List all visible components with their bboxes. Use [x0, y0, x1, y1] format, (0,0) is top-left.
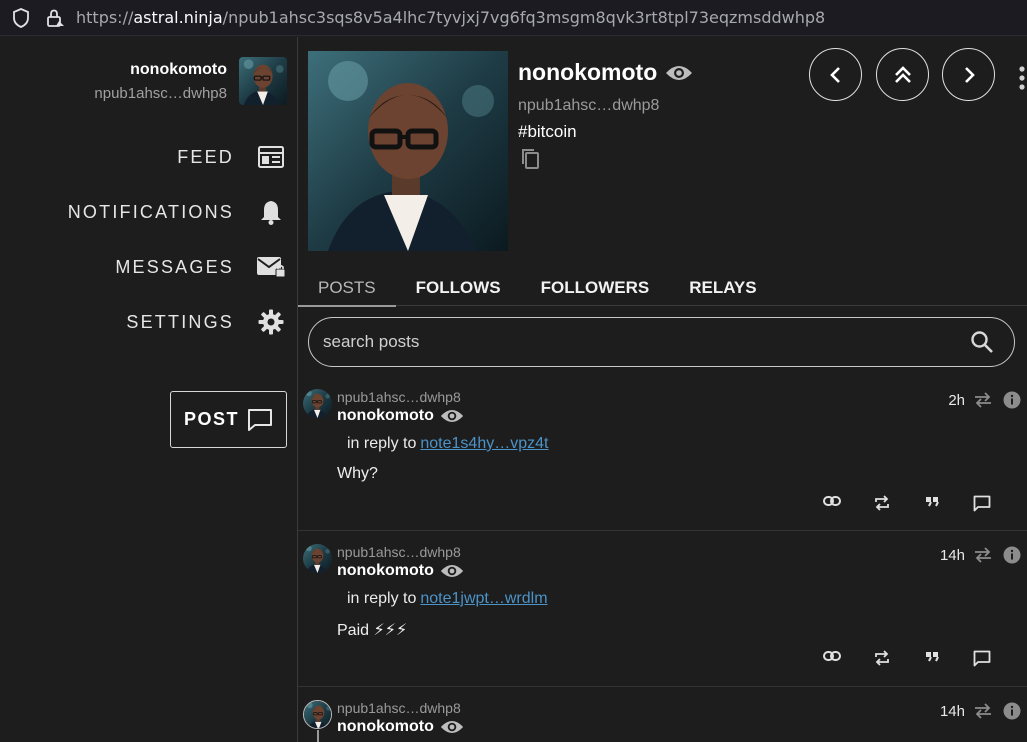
- sidebar-item-notifications[interactable]: NOTIFICATIONS: [68, 198, 286, 226]
- sidebar-item-messages[interactable]: MESSAGES: [115, 253, 286, 281]
- post-content: Paid ⚡⚡⚡: [337, 622, 408, 639]
- info-icon[interactable]: [1003, 546, 1021, 564]
- relay-repeat-icon[interactable]: [973, 547, 993, 563]
- post-content: Why?: [337, 465, 378, 482]
- link-icon[interactable]: [807, 495, 857, 512]
- gear-icon: [256, 308, 286, 336]
- post-item[interactable]: npub1ahsc…dwhp8 nonokomoto in reply to no…: [298, 532, 1027, 687]
- sidebar-user[interactable]: nonokomoto npub1ahsc…dwhp8: [94, 57, 287, 105]
- scroll-top-button[interactable]: [876, 48, 929, 101]
- post-npub: npub1ahsc…dwhp8: [337, 700, 461, 716]
- mail-lock-icon: [256, 253, 286, 281]
- shield-icon[interactable]: [10, 7, 32, 29]
- profile-picture[interactable]: [308, 51, 508, 251]
- avatar[interactable]: [303, 389, 332, 418]
- eye-icon[interactable]: [440, 563, 464, 579]
- reply-note-link[interactable]: note1jwpt…wrdlm: [420, 590, 547, 607]
- profile-about: #bitcoin: [518, 122, 577, 141]
- link-icon[interactable]: [807, 650, 857, 667]
- reply-icon[interactable]: [957, 650, 1007, 667]
- post-time: 14h: [939, 547, 965, 564]
- post-author[interactable]: nonokomoto: [337, 407, 464, 425]
- chevron-right-icon: [962, 66, 976, 84]
- post-npub: npub1ahsc…dwhp8: [337, 389, 461, 405]
- repost-icon[interactable]: [857, 495, 907, 512]
- eye-icon[interactable]: [440, 408, 464, 424]
- avatar[interactable]: [303, 544, 332, 573]
- reply-to: in reply to note1s4hy…vpz4t: [347, 435, 549, 452]
- post-actions: [807, 495, 1007, 512]
- search-input[interactable]: search posts: [308, 317, 1015, 367]
- info-icon[interactable]: [1003, 391, 1021, 409]
- feed-icon: [256, 143, 286, 171]
- back-button[interactable]: [809, 48, 862, 101]
- reply-to: in reply to note1jwpt…wrdlm: [347, 590, 548, 607]
- post-item[interactable]: npub1ahsc…dwhp8 nonokomoto in reply to no…: [298, 377, 1027, 531]
- more-vert-icon[interactable]: [1017, 65, 1027, 91]
- post-item[interactable]: npub1ahsc…dwhp8 nonokomoto 14h: [298, 688, 1027, 742]
- quote-icon[interactable]: [907, 495, 957, 512]
- browser-url-bar[interactable]: https://astral.ninja/npub1ahsc3sqs8v5a4l…: [0, 0, 1027, 36]
- sidebar-item-feed[interactable]: FEED: [177, 143, 286, 171]
- repost-icon[interactable]: [857, 650, 907, 667]
- profile-npub: npub1ahsc…dwhp8: [518, 97, 660, 114]
- profile-tabs: POSTS FOLLOWS FOLLOWERS RELAYS: [298, 270, 1027, 307]
- chevron-left-icon: [829, 66, 843, 84]
- copy-icon[interactable]: [521, 148, 541, 175]
- post-actions: [807, 650, 1007, 667]
- info-icon[interactable]: [1003, 702, 1021, 720]
- post-time: 14h: [939, 703, 965, 720]
- avatar[interactable]: [239, 57, 287, 105]
- post-npub: npub1ahsc…dwhp8: [337, 544, 461, 560]
- eye-icon[interactable]: [665, 64, 693, 82]
- post-meta: [963, 391, 1021, 409]
- sidebar-user-name[interactable]: nonokomoto: [94, 61, 227, 79]
- post-author[interactable]: nonokomoto: [337, 562, 464, 580]
- eye-icon[interactable]: [440, 719, 464, 735]
- lock-icon[interactable]: [44, 7, 66, 29]
- bell-icon: [256, 198, 286, 226]
- profile-name: nonokomoto: [518, 59, 693, 86]
- quote-icon[interactable]: [907, 650, 957, 667]
- relay-repeat-icon[interactable]: [973, 703, 993, 719]
- tab-posts[interactable]: POSTS: [298, 270, 396, 307]
- post-author[interactable]: nonokomoto: [337, 718, 464, 736]
- sidebar-user-npub: npub1ahsc…dwhp8: [94, 85, 227, 102]
- double-chevron-up-icon: [894, 65, 912, 85]
- reply-icon[interactable]: [957, 495, 1007, 512]
- tab-follows[interactable]: FOLLOWS: [396, 270, 521, 306]
- sidebar-item-settings[interactable]: SETTINGS: [126, 308, 286, 336]
- relay-repeat-icon[interactable]: [973, 392, 993, 408]
- post-meta: [963, 702, 1021, 720]
- forward-button[interactable]: [942, 48, 995, 101]
- avatar[interactable]: [303, 700, 332, 729]
- post-meta: [963, 546, 1021, 564]
- main-content: nonokomoto npub1ahsc…dwhp8 #bitcoin POST…: [298, 37, 1027, 742]
- search-icon[interactable]: [970, 330, 994, 354]
- post-button[interactable]: POST: [170, 391, 287, 448]
- tab-relays[interactable]: RELAYS: [669, 270, 776, 306]
- reply-note-link[interactable]: note1s4hy…vpz4t: [420, 435, 548, 452]
- url-text[interactable]: https://astral.ninja/npub1ahsc3sqs8v5a4l…: [76, 8, 825, 27]
- sidebar: nonokomoto npub1ahsc…dwhp8 FEED NOTIFICA…: [0, 37, 297, 742]
- thread-line: [317, 730, 319, 742]
- comment-icon: [247, 408, 273, 432]
- tab-followers[interactable]: FOLLOWERS: [521, 270, 670, 306]
